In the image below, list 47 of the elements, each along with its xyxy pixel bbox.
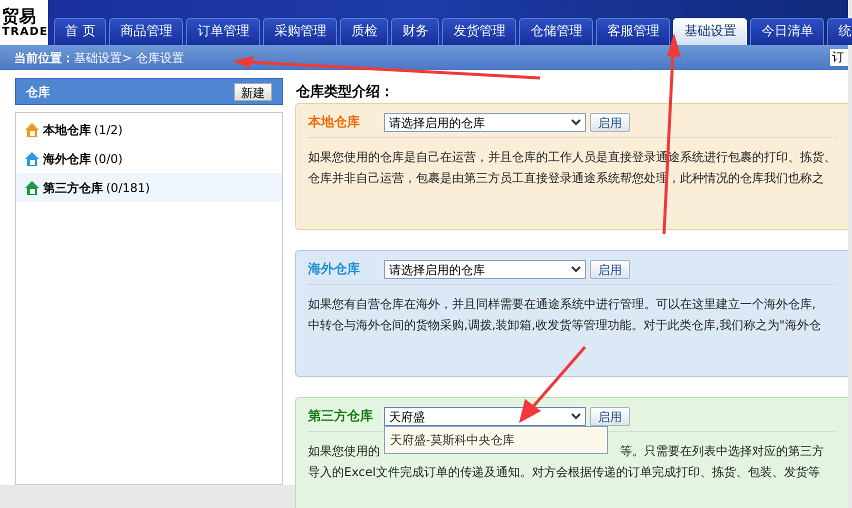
nav-tab[interactable]: 采购管理 xyxy=(263,18,338,45)
sidebar-title: 仓库 xyxy=(26,84,50,100)
chevron-down-icon xyxy=(571,119,581,126)
warehouse-list-item[interactable]: 本地仓库 (1/2) xyxy=(16,115,282,144)
chevron-down-icon xyxy=(571,266,581,273)
dropdown-option[interactable]: 天府盛-莫斯科中央仓库 xyxy=(385,431,607,449)
search-field[interactable]: 订 xyxy=(830,49,848,66)
nav-tab[interactable]: 商品管理 xyxy=(109,18,184,45)
warehouse-count: (0/0) xyxy=(94,150,123,168)
nav-tab[interactable]: 今日清单 xyxy=(750,18,824,45)
section-heading: 仓库类型介绍： xyxy=(295,82,395,102)
warehouse-select[interactable]: 请选择启用的仓库 xyxy=(384,113,586,132)
warehouse-label: 第三方仓库 xyxy=(43,180,103,196)
nav-tab[interactable]: 首 页 xyxy=(54,18,106,45)
chevron-down-icon xyxy=(571,413,581,420)
nav-tab[interactable]: 统 xyxy=(827,18,852,45)
description-text: 如果您有自营仓库在海外，并且同样需要在通途系统中进行管理。可以在这里建立一个海外仓库, xyxy=(308,296,816,313)
warehouse-label: 海外仓库 xyxy=(43,150,91,168)
description-text: 中转仓与海外仓间的货物采购,调拨,装卸箱,收发货等管理功能。对于此类仓库,我们称之为"海外仓 xyxy=(308,317,821,334)
section-title: 第三方仓库 xyxy=(308,408,374,426)
nav-tab[interactable]: 基础设置 xyxy=(673,18,748,45)
warehouse-count: (1/2) xyxy=(94,122,123,138)
description-text: 如果您使用的 xyxy=(308,443,380,460)
nav-tab[interactable]: 发货管理 xyxy=(442,18,516,45)
warehouse-list-item[interactable]: 海外仓库 (0/0) xyxy=(16,144,282,173)
description-text: 等。只需要在列表中选择对应的第三方 xyxy=(620,443,824,460)
new-button[interactable]: 新建 xyxy=(234,82,272,100)
nav-tab[interactable]: 订单管理 xyxy=(186,18,260,45)
nav-tab[interactable]: 客服管理 xyxy=(596,18,670,45)
warehouse-label: 本地仓库 xyxy=(43,122,91,138)
warehouse-select[interactable]: 请选择启用的仓库 xyxy=(384,260,586,279)
enable-button[interactable]: 启用 xyxy=(590,113,630,132)
warehouse-select[interactable]: 天府盛 xyxy=(384,407,586,426)
breadcrumb: 当前位置：基础设置> 仓库设置 xyxy=(14,50,184,66)
warehouse-list-item[interactable]: 第三方仓库 (0/181) xyxy=(16,173,282,202)
section-title: 本地仓库 xyxy=(308,114,361,132)
description-text: 导入的Excel文件完成订单的传递及通知。对方会根据传递的订单完成打印、拣货、包装、发货等 xyxy=(308,464,820,481)
nav-tab[interactable]: 财务 xyxy=(391,18,440,45)
nav-tab[interactable]: 质检 xyxy=(340,18,388,45)
logo-text: 贸易 xyxy=(2,8,36,26)
description-text: 如果您使用的仓库是自己在运营，并且仓库的工作人员是直接登录通途系统进行包裹的打印、拣货、 xyxy=(308,149,836,166)
logo-subtext: TRADE xyxy=(2,26,48,38)
nav-tab[interactable]: 仓储管理 xyxy=(519,18,594,45)
enable-button[interactable]: 启用 xyxy=(590,260,630,279)
warehouse-count: (0/181) xyxy=(106,180,150,196)
section-title: 海外仓库 xyxy=(308,260,361,279)
enable-button[interactable]: 启用 xyxy=(590,407,630,426)
